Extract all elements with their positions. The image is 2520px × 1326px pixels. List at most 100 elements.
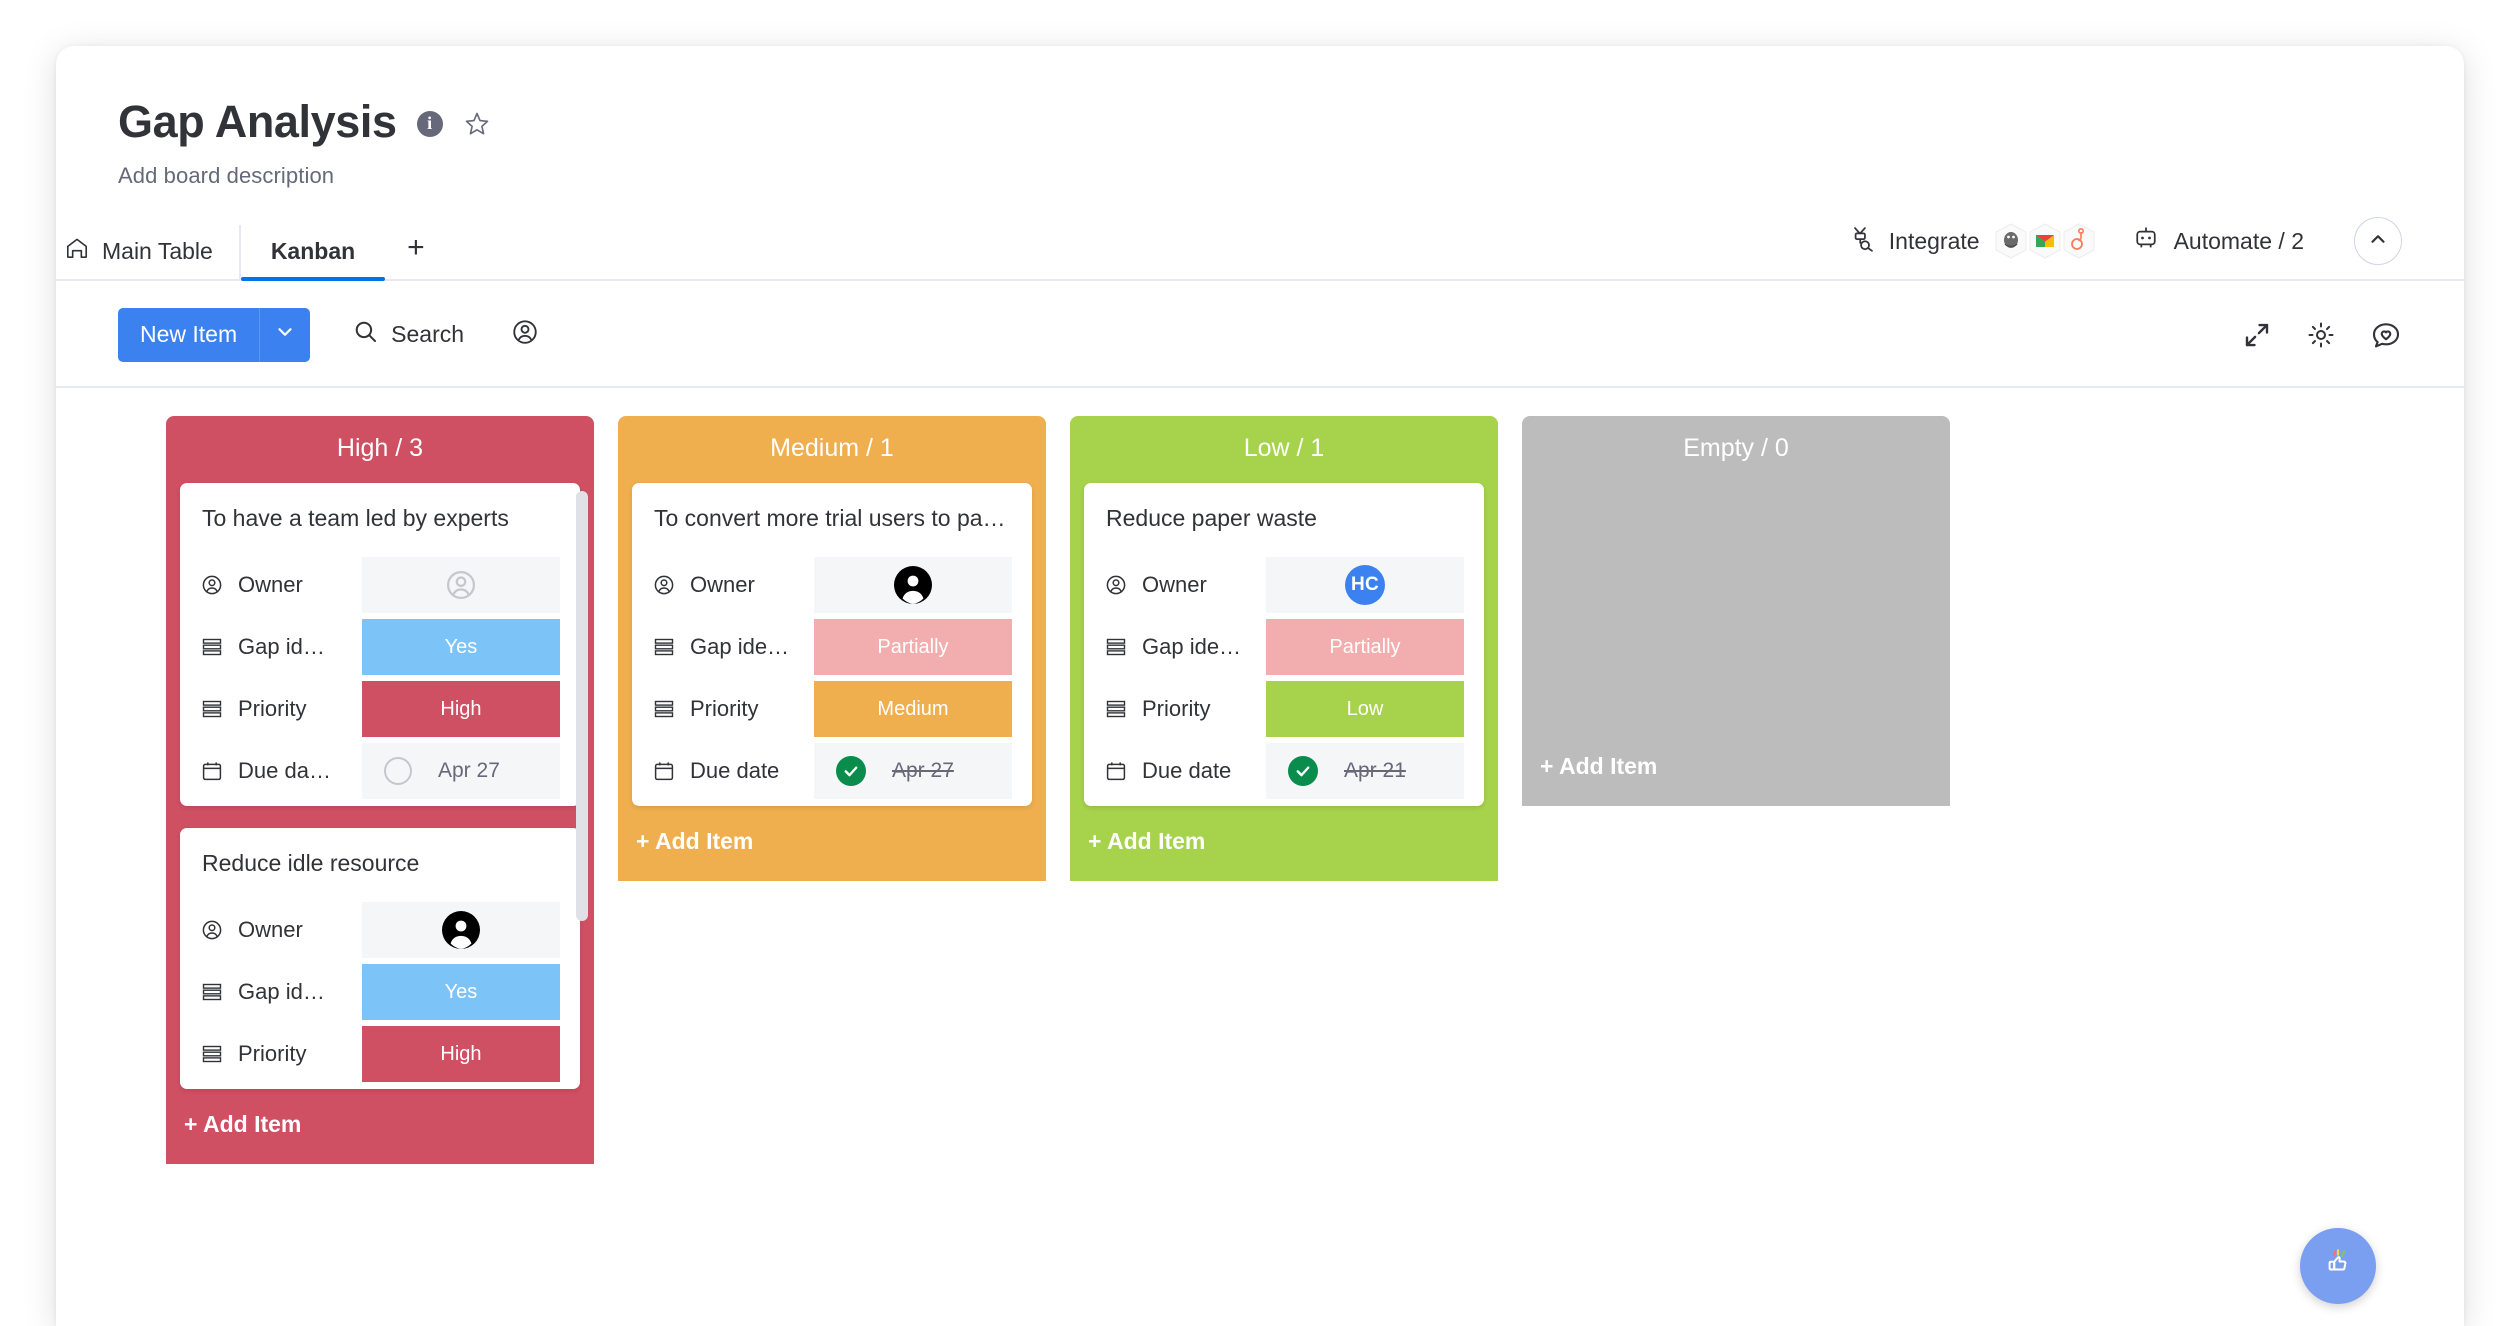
status-icon bbox=[200, 635, 224, 659]
field-owner-cell[interactable]: HC bbox=[1266, 557, 1464, 614]
tab-label: Kanban bbox=[270, 237, 356, 264]
board-title-row: Gap Analysis i bbox=[118, 98, 2464, 145]
field-status-chip[interactable]: High bbox=[362, 1026, 560, 1083]
kanban-card[interactable]: To convert more trial users to paid/… Ow… bbox=[632, 483, 1032, 807]
field-due-date-cell[interactable]: Apr 21 bbox=[1266, 743, 1464, 800]
field-status-chip[interactable]: Yes bbox=[362, 964, 560, 1021]
kanban-card-field-row: Owner bbox=[180, 554, 580, 616]
date-done-check-icon[interactable] bbox=[1288, 756, 1318, 787]
kanban-card[interactable]: Reduce paper waste Owner HC Gap ide… Parti… bbox=[1084, 483, 1484, 807]
status-chip-label: Yes bbox=[444, 980, 478, 1003]
person-icon bbox=[510, 317, 540, 352]
field-owner-cell[interactable] bbox=[814, 557, 1012, 614]
person-icon bbox=[1104, 573, 1128, 597]
automate-button[interactable]: Automate / 2 bbox=[2115, 218, 2320, 264]
tab-main-table[interactable]: Main Table bbox=[56, 225, 241, 282]
status-chip-label: Low bbox=[1346, 697, 1384, 720]
field-label-text: Priority bbox=[238, 1041, 307, 1067]
field-due-date-cell[interactable]: Apr 27 bbox=[814, 743, 1012, 800]
column-scrollbar[interactable] bbox=[576, 491, 588, 922]
field-due-date-cell[interactable]: Apr 27 bbox=[362, 743, 560, 800]
star-icon[interactable] bbox=[463, 110, 491, 138]
chat-heart-icon[interactable] bbox=[2370, 319, 2402, 351]
kanban-column-cards: Reduce paper waste Owner HC Gap ide… Parti… bbox=[1070, 483, 1498, 807]
field-label-text: Owner bbox=[238, 572, 303, 598]
add-item-button[interactable]: + Add Item bbox=[1070, 806, 1498, 881]
new-item-button[interactable]: New Item bbox=[118, 307, 311, 362]
field-owner-cell[interactable] bbox=[362, 557, 560, 614]
collapse-header-button[interactable] bbox=[2354, 217, 2402, 266]
kanban-column-title: High / 3 bbox=[336, 434, 424, 463]
status-icon bbox=[200, 1042, 224, 1066]
due-date-text: Apr 27 bbox=[438, 759, 500, 783]
kanban-column: Empty / 0 + Add Item bbox=[1522, 416, 1950, 807]
field-owner-cell[interactable] bbox=[362, 902, 560, 959]
add-tab-button[interactable]: + bbox=[385, 225, 447, 279]
field-label: Due date bbox=[632, 758, 814, 784]
toolbar-right bbox=[2242, 319, 2402, 351]
kanban-card-field-row: Owner HC bbox=[1084, 554, 1484, 616]
status-icon bbox=[200, 697, 224, 721]
date-pending-circle-icon[interactable] bbox=[384, 757, 412, 786]
integrate-label: Integrate bbox=[1888, 227, 1980, 254]
person-filter-button[interactable] bbox=[496, 307, 554, 362]
home-icon bbox=[64, 235, 90, 267]
kanban-card-fields: Owner Gap ide… Partially Priority Medium D… bbox=[632, 554, 1032, 802]
field-label: Gap ide… bbox=[1084, 634, 1266, 660]
add-item-button[interactable]: + Add Item bbox=[166, 1089, 594, 1164]
avatar[interactable]: HC bbox=[1345, 565, 1385, 606]
chevron-up-icon bbox=[2367, 228, 2389, 255]
status-chip-label: Partially bbox=[877, 635, 949, 658]
kanban-card-field-row: Gap id… Yes bbox=[180, 616, 580, 678]
kanban-card-field-row: Due date Apr 27 bbox=[632, 740, 1032, 802]
avatar-placeholder-icon[interactable] bbox=[443, 567, 479, 603]
avatar[interactable] bbox=[894, 566, 932, 605]
field-status-chip[interactable]: Medium bbox=[814, 681, 1012, 738]
gear-icon[interactable] bbox=[2306, 320, 2336, 350]
field-status-chip[interactable]: Low bbox=[1266, 681, 1464, 738]
kanban-card[interactable]: Reduce idle resource Owner Gap id… Yes Pr… bbox=[180, 828, 580, 1090]
kanban-card-field-row: Owner bbox=[180, 899, 580, 961]
field-label: Due da… bbox=[180, 758, 362, 784]
search-label: Search bbox=[391, 321, 465, 348]
tab-kanban[interactable]: Kanban bbox=[240, 225, 386, 282]
tabs-list: Main Table Kanban + bbox=[56, 225, 447, 282]
kanban-card-fields: Owner HC Gap ide… Partially Priority Low Du… bbox=[1084, 554, 1484, 802]
field-status-chip[interactable]: Yes bbox=[362, 619, 560, 676]
field-label: Gap ide… bbox=[632, 634, 814, 660]
kanban-card-fields: Owner Gap id… Yes Priority High bbox=[180, 899, 580, 1085]
kanban-card-field-row: Gap ide… Partially bbox=[1084, 616, 1484, 678]
field-label: Priority bbox=[1084, 696, 1266, 722]
person-icon bbox=[652, 573, 676, 597]
chevron-down-icon bbox=[274, 321, 296, 348]
info-icon[interactable]: i bbox=[416, 110, 443, 137]
integration-apps bbox=[1995, 219, 2099, 263]
new-item-dropdown[interactable] bbox=[259, 307, 310, 362]
field-status-chip[interactable]: Partially bbox=[814, 619, 1012, 676]
kanban-column-title: Empty / 0 bbox=[1683, 434, 1789, 463]
field-label-text: Priority bbox=[690, 696, 759, 722]
empty-column-placeholder bbox=[1536, 483, 1936, 731]
hubspot-icon[interactable] bbox=[2059, 219, 2099, 263]
kanban-card-title: To convert more trial users to paid/… bbox=[654, 505, 1030, 532]
kanban-card-fields: Owner Gap id… Yes Priority High Due da… Apr… bbox=[180, 554, 580, 802]
kanban-card[interactable]: To have a team led by experts Owner Gap … bbox=[180, 483, 580, 807]
search-button[interactable]: Search bbox=[334, 308, 482, 361]
field-status-chip[interactable]: Partially bbox=[1266, 619, 1464, 676]
person-icon bbox=[200, 573, 224, 597]
field-status-chip[interactable]: High bbox=[362, 681, 560, 738]
add-item-button[interactable]: + Add Item bbox=[1522, 731, 1950, 806]
expand-icon[interactable] bbox=[2242, 320, 2272, 350]
add-item-button[interactable]: + Add Item bbox=[618, 806, 1046, 881]
integrate-button[interactable]: Integrate bbox=[1832, 213, 2115, 269]
date-done-check-icon[interactable] bbox=[836, 756, 866, 787]
kanban-card-field-row: Due da… Apr 27 bbox=[180, 740, 580, 802]
kanban-column-title: Medium / 1 bbox=[770, 434, 894, 463]
status-chip-label: Yes bbox=[444, 635, 478, 658]
tab-label: Main Table bbox=[102, 237, 213, 264]
status-icon bbox=[652, 697, 676, 721]
board-description[interactable]: Add board description bbox=[118, 163, 2464, 189]
avatar[interactable] bbox=[442, 911, 480, 950]
status-icon bbox=[1104, 697, 1128, 721]
feedback-fab-button[interactable] bbox=[2300, 1228, 2376, 1304]
